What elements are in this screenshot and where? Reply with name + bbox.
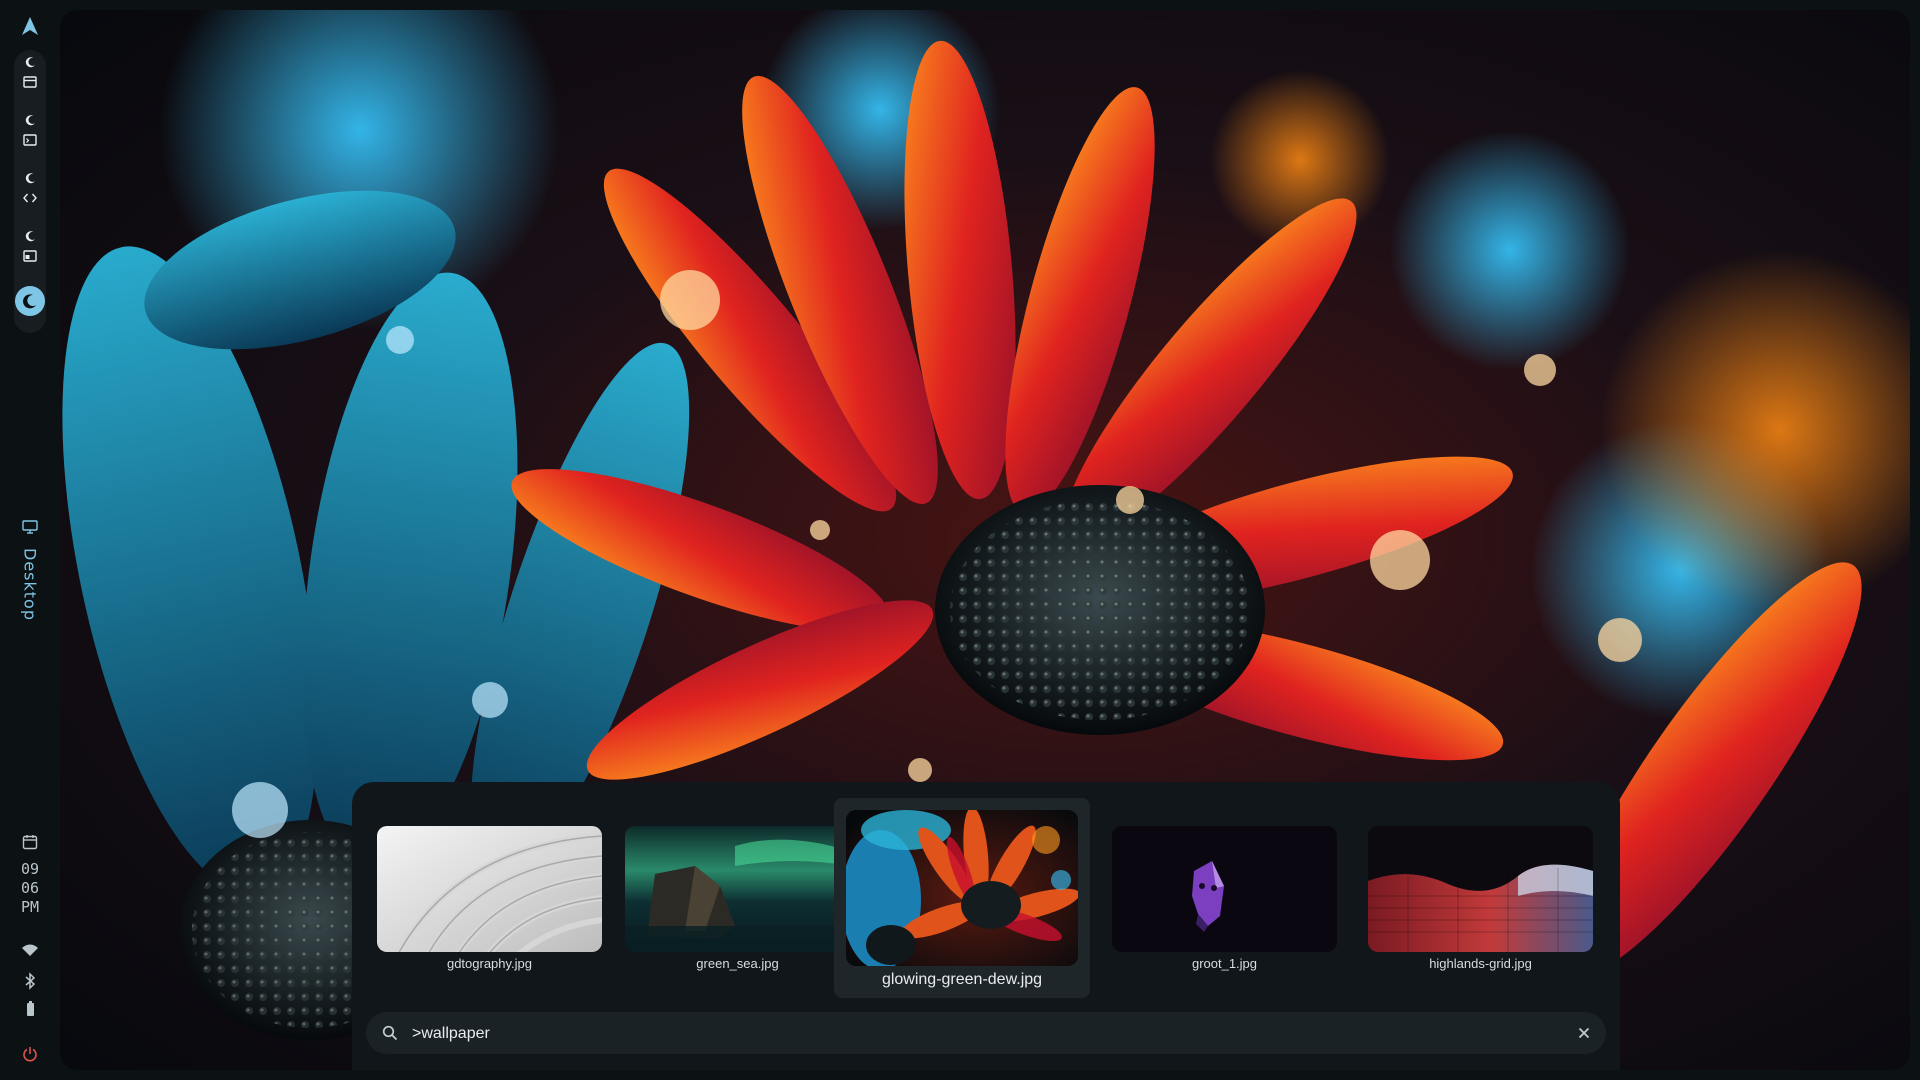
wallpaper-launcher: gdtography.jpg green_sea.jpg glowing-gre… <box>352 782 1620 1070</box>
clock-hour: 09 <box>20 860 40 878</box>
search-icon <box>382 1025 398 1041</box>
moon-icon <box>25 115 35 126</box>
thumbnail-label: green_sea.jpg <box>696 956 779 971</box>
desktop-label: Desktop <box>20 548 40 621</box>
moon-icon <box>25 57 35 68</box>
terminal-icon <box>23 134 37 146</box>
thumbnail-image <box>846 810 1078 966</box>
workspace-4[interactable] <box>14 224 46 268</box>
monitor-icon <box>22 520 38 534</box>
clock-minute: 06 <box>20 879 40 897</box>
workspace-1[interactable] <box>14 50 46 94</box>
moon-icon <box>15 286 45 316</box>
thumbnail-label: glowing-green-dew.jpg <box>881 971 1043 988</box>
clock[interactable]: 09 06 PM <box>0 860 60 917</box>
search-bar <box>366 1012 1606 1056</box>
wallpaper-thumbnail-green-sea[interactable]: green_sea.jpg <box>625 826 850 976</box>
thumbnail-image <box>1368 826 1593 952</box>
thumbnail-label: groot_1.jpg <box>1191 956 1258 971</box>
workspace-switcher <box>14 50 46 333</box>
wallpaper-thumbnail-highlands-grid[interactable]: highlands-grid.jpg <box>1368 826 1593 976</box>
calendar-icon[interactable] <box>22 834 38 850</box>
wifi-icon[interactable] <box>21 943 39 957</box>
window-icon <box>23 76 37 88</box>
code-icon <box>23 193 37 203</box>
thumbnail-image <box>625 826 850 952</box>
thumbnail-label: highlands-grid.jpg <box>1429 956 1532 971</box>
workspace-2[interactable] <box>14 108 46 152</box>
search-input[interactable] <box>410 1012 1534 1056</box>
power-icon[interactable] <box>22 1046 38 1062</box>
wallpaper-thumbnail-glowing-green-dew-selected[interactable]: glowing-green-dew.jpg <box>834 798 1090 998</box>
moon-icon <box>25 231 35 242</box>
thumbnail-image <box>377 826 602 952</box>
arch-logo-icon[interactable] <box>20 16 40 36</box>
battery-icon[interactable] <box>24 1000 36 1018</box>
workspace-3[interactable] <box>14 166 46 210</box>
file-manager-icon <box>23 250 37 262</box>
close-icon[interactable] <box>1578 1027 1590 1039</box>
moon-icon <box>25 173 35 184</box>
workspace-5-active[interactable] <box>14 284 46 318</box>
wallpaper-thumbnail-gdtography[interactable]: gdtography.jpg <box>377 826 602 976</box>
thumbnail-image <box>1112 826 1337 952</box>
bluetooth-icon[interactable] <box>24 972 36 990</box>
thumbnail-label: gdtography.jpg <box>446 956 533 971</box>
sidebar: Desktop 09 06 PM <box>0 0 60 1080</box>
clock-ampm: PM <box>20 898 40 916</box>
wallpaper-thumbnail-groot[interactable]: groot_1.jpg <box>1112 826 1337 976</box>
